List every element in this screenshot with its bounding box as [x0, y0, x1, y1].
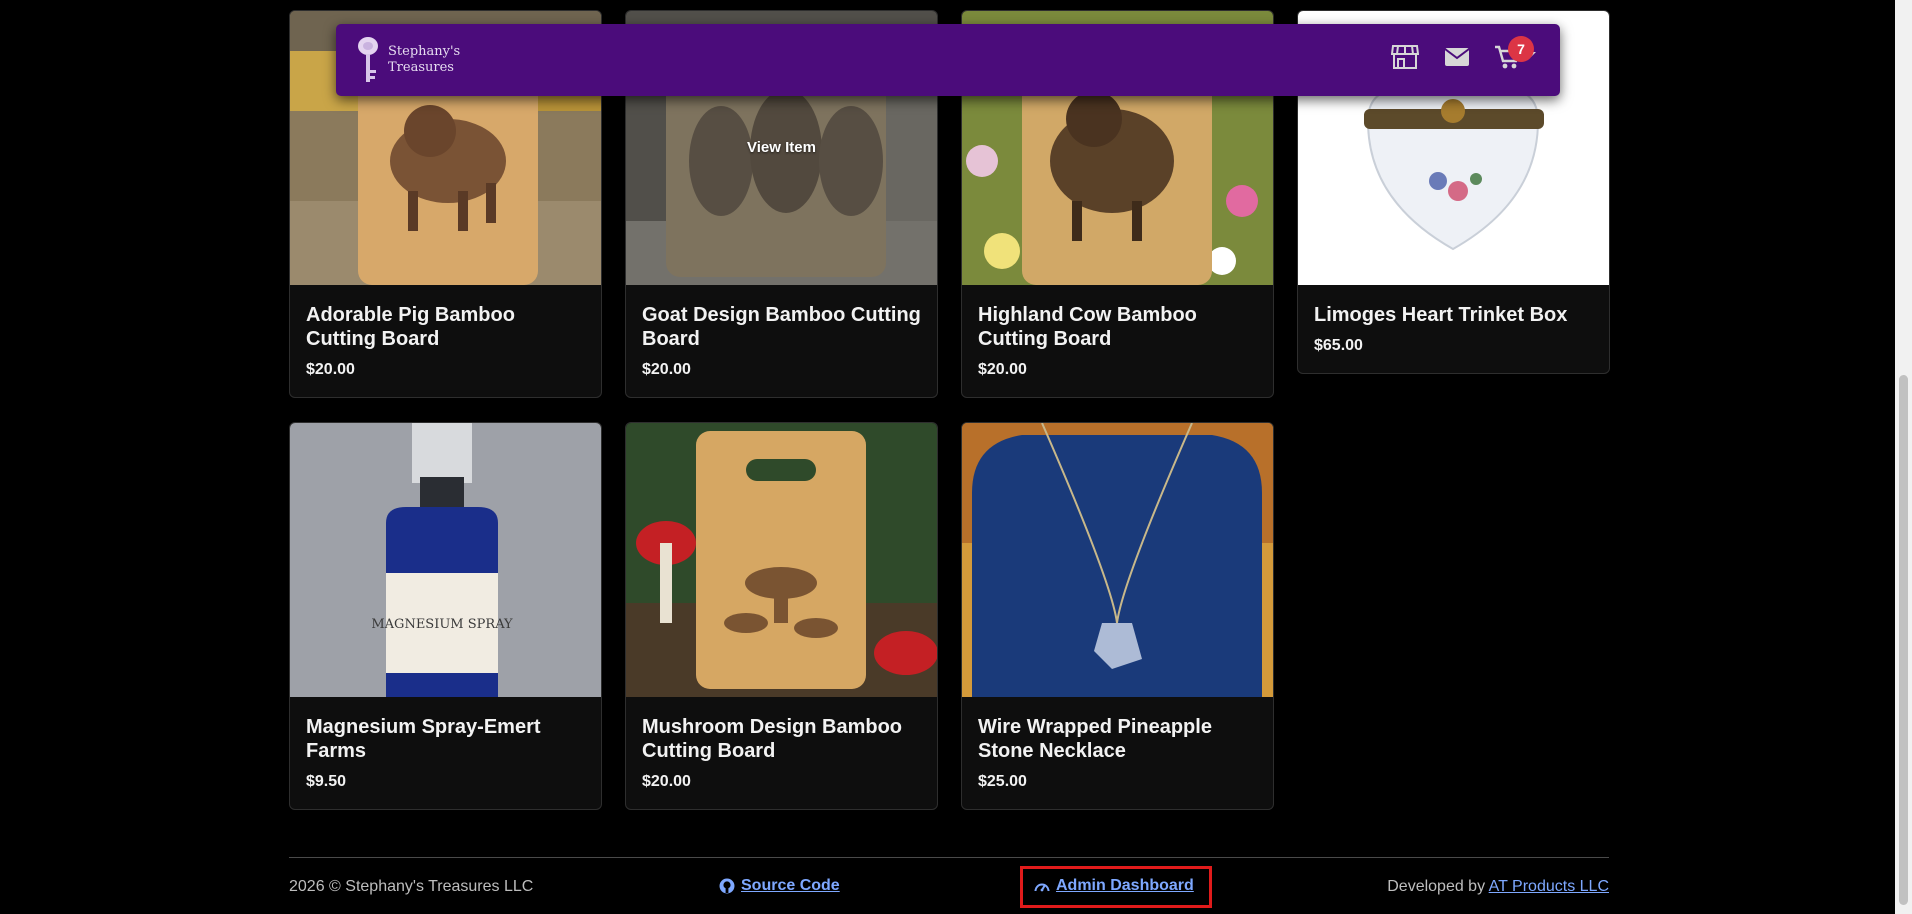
shop-icon[interactable] [1390, 42, 1420, 72]
source-code-link[interactable]: Source Code [719, 877, 840, 895]
product-photo-magnesium-spray: MAGNESIUM SPRAY [290, 423, 601, 697]
product-image[interactable]: MAGNESIUM SPRAY [290, 423, 601, 697]
product-title[interactable]: Highland Cow Bamboo Cutting Board [978, 303, 1257, 351]
github-icon [719, 878, 735, 894]
developer-link[interactable]: AT Products LLC [1489, 878, 1609, 895]
cart-count-badge: 7 [1508, 36, 1534, 62]
footer-copyright: 2026 © Stephany's Treasures LLC [289, 878, 534, 895]
product-price: $20.00 [642, 773, 691, 790]
product-card-magnesium-spray[interactable]: MAGNESIUM SPRAY Magnesium Spray-Emert Fa… [289, 422, 602, 810]
footer: 2026 © Stephany's Treasures LLC Source C… [289, 866, 1609, 908]
brand-home-link[interactable]: Stephany's Treasures [356, 36, 478, 84]
product-price: $20.00 [642, 361, 691, 378]
navbar: Stephany's Treasures 7 [336, 24, 1560, 96]
key-logo-icon [358, 37, 378, 82]
navbar-icons: 7 [1390, 36, 1536, 72]
product-photo-mushroom [626, 423, 937, 697]
product-title[interactable]: Mushroom Design Bamboo Cutting Board [642, 715, 921, 763]
product-title[interactable]: Goat Design Bamboo Cutting Board [642, 303, 921, 351]
brand-name: Stephany's Treasures [388, 44, 461, 75]
developed-by: Developed by AT Products LLC [1387, 878, 1609, 896]
product-photo-necklace [962, 423, 1273, 697]
cart-dropdown[interactable]: 7 [1494, 36, 1536, 70]
product-title[interactable]: Adorable Pig Bamboo Cutting Board [306, 303, 585, 351]
product-price: $20.00 [306, 361, 355, 378]
bottle-label-text: MAGNESIUM SPRAY [371, 617, 513, 632]
developed-by-label: Developed by [1387, 878, 1486, 895]
product-price: $20.00 [978, 361, 1027, 378]
source-code-label: Source Code [741, 877, 840, 894]
admin-dashboard-label: Admin Dashboard [1056, 877, 1194, 894]
product-image[interactable] [626, 423, 937, 697]
product-title[interactable]: Limoges Heart Trinket Box [1314, 303, 1593, 327]
scrollbar-thumb[interactable] [1899, 375, 1908, 905]
product-title[interactable]: Magnesium Spray-Emert Farms [306, 715, 585, 763]
product-card-necklace[interactable]: Wire Wrapped Pineapple Stone Necklace $2… [961, 422, 1274, 810]
product-price: $25.00 [978, 773, 1027, 790]
product-image[interactable] [962, 423, 1273, 697]
product-title[interactable]: Wire Wrapped Pineapple Stone Necklace [978, 715, 1257, 763]
footer-divider [289, 857, 1609, 858]
speedometer-icon [1034, 883, 1050, 892]
envelope-icon[interactable] [1442, 42, 1472, 72]
product-price: $9.50 [306, 773, 347, 790]
product-card-mushroom[interactable]: Mushroom Design Bamboo Cutting Board $20… [625, 422, 938, 810]
product-price: $65.00 [1314, 337, 1363, 354]
admin-dashboard-link[interactable]: Admin Dashboard [1034, 877, 1194, 895]
view-item-overlay[interactable]: View Item [626, 139, 937, 156]
